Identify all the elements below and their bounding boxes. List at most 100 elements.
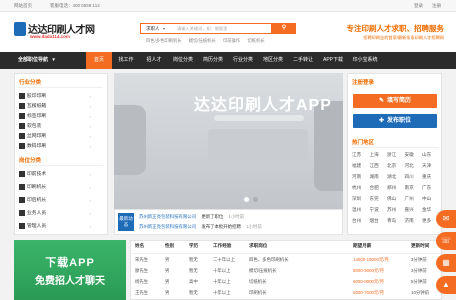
sidebar-item-sales[interactable]: 业务人员 ›: [19, 209, 95, 218]
city-link[interactable]: 河南: [352, 174, 361, 180]
nav-item-resume-category[interactable]: 简历分类: [198, 52, 228, 69]
nav-item-second-hand[interactable]: 二手转让: [288, 52, 318, 69]
city-link[interactable]: 江西: [370, 163, 379, 169]
search-type-select[interactable]: 求职人: [146, 26, 160, 32]
city-link[interactable]: 苏州: [387, 207, 396, 213]
city-link[interactable]: 广州: [405, 196, 414, 202]
city-link[interactable]: 台州: [352, 218, 361, 224]
nav-item-find-talent[interactable]: 招人才: [140, 52, 168, 69]
divider: [352, 147, 438, 148]
table-row[interactable]: 王先生 男 暂无 十年以上 印刷机长 6000-7000元/月 10分钟前: [131, 288, 441, 299]
carousel-dot[interactable]: [253, 197, 258, 202]
city-link[interactable]: 江苏: [352, 152, 361, 158]
city-link[interactable]: 北京: [387, 163, 396, 169]
register-link[interactable]: 注册: [432, 3, 441, 9]
city-link[interactable]: 杭州: [352, 185, 361, 191]
resume-table: 姓名 性别 学历 工作经验 求职岗位 期望月薪 更新时间 宋先生男暂无 二十年以上…: [130, 240, 442, 300]
nav-item-app-download[interactable]: APP下载: [318, 52, 348, 69]
hot-link[interactable]: 四色/多色印刷机长: [146, 38, 182, 43]
banner-graphic: [208, 129, 308, 163]
city-link[interactable]: 佛山: [387, 196, 396, 202]
sidebar-item-screen[interactable]: 丝网印刷 ›: [19, 132, 95, 141]
hot-link[interactable]: 切纸机长: [247, 38, 264, 43]
news-item[interactable]: 苏州新正亮包装科技有限公司 发布了本批开始招聘 1小时前: [139, 224, 262, 230]
city-link[interactable]: 南京: [405, 185, 414, 191]
monitor-icon: [19, 142, 25, 149]
hot-link[interactable]: 印前操作: [223, 38, 240, 43]
chevron-down-icon[interactable]: ▾: [163, 26, 165, 31]
sidebar-item-management[interactable]: 管理人员 ›: [19, 222, 95, 231]
city-link[interactable]: 青岛: [387, 218, 396, 224]
chevron-right-icon: ›: [89, 114, 91, 119]
sidebar-item-label-printing[interactable]: 标签印刷 ›: [19, 112, 95, 121]
city-link[interactable]: 福建: [352, 163, 361, 169]
city-link[interactable]: 合肥: [370, 185, 379, 191]
sidebar-item-label: 印刷机长: [27, 185, 47, 190]
sidebar-item-prepress[interactable]: 印前技术 ›: [19, 170, 95, 179]
qr-code-icon[interactable]: ▦: [436, 254, 456, 272]
city-link[interactable]: 更多: [422, 218, 431, 224]
app-download-banner[interactable]: 下载APP 免费招人才聊天: [14, 240, 126, 300]
city-link[interactable]: 嘉兴: [405, 207, 414, 213]
hot-link[interactable]: 模切/压痕机长: [189, 38, 216, 43]
back-to-top-icon[interactable]: ▲: [436, 276, 456, 294]
sidebar-item-label: 胶印印刷: [27, 94, 47, 99]
city-link[interactable]: 深圳: [352, 196, 361, 202]
layers-icon: [19, 170, 25, 177]
home-link[interactable]: 网站首页: [14, 3, 32, 9]
nav-item-industry-category[interactable]: 行业分类: [228, 52, 258, 69]
city-link[interactable]: 宁波: [370, 207, 379, 213]
sidebar-item-postpress[interactable]: 印后机长 ›: [19, 196, 95, 205]
chevron-right-icon: ›: [89, 134, 91, 139]
fill-resume-button[interactable]: ✎ 填写简历: [353, 94, 437, 108]
city-link[interactable]: 山东: [422, 152, 431, 158]
megaphone-icon: ✚: [378, 118, 384, 124]
city-link[interactable]: 温州: [352, 207, 361, 213]
city-link[interactable]: 浙江: [387, 152, 396, 158]
city-link[interactable]: 济南: [405, 218, 414, 224]
scissors-icon: [19, 196, 25, 203]
table-row[interactable]: 宋先生 男 暂无 二十年以上 四色、多色印刷机长 14000-19000元/月 3分钟前: [131, 255, 441, 266]
city-link[interactable]: 四川: [405, 174, 414, 180]
sidebar-item-digital[interactable]: 数码印刷 ›: [19, 142, 95, 151]
all-positions-nav[interactable]: 全部职位导航 ▾: [14, 52, 84, 69]
search-button[interactable]: ⚲: [272, 23, 296, 34]
news-company[interactable]: 苏州新正亮包装科技有限公司: [139, 224, 196, 229]
city-link[interactable]: 中山: [422, 196, 431, 202]
sidebar-item-corrugated[interactable]: 瓦楞纸箱 ›: [19, 102, 95, 111]
city-link[interactable]: 东莞: [370, 196, 379, 202]
search-input[interactable]: 请输入关键词，如：制版里: [177, 26, 227, 32]
table-cell: 男: [165, 268, 170, 273]
login-link[interactable]: 登录: [414, 3, 423, 9]
nav-item-find-job[interactable]: 找工作: [112, 52, 140, 69]
post-job-button[interactable]: ✚ 发布职位: [353, 114, 437, 128]
tag-icon: [19, 112, 25, 119]
nav-item-home[interactable]: 首页: [86, 52, 112, 69]
city-link[interactable]: 上海: [370, 152, 379, 158]
city-link[interactable]: 广东: [422, 185, 431, 191]
col-education-header: 学历: [189, 243, 199, 248]
city-link[interactable]: 郑州: [387, 185, 396, 191]
sidebar-item-flexible-packaging[interactable]: 软包装 ›: [19, 122, 95, 131]
city-link[interactable]: 安徽: [405, 152, 414, 158]
sidebar-item-press-operator[interactable]: 印刷机长 ›: [19, 183, 95, 192]
city-link[interactable]: 天津: [422, 163, 431, 169]
carousel-dot[interactable]: [244, 197, 249, 202]
city-link[interactable]: 重庆: [422, 174, 431, 180]
city-link[interactable]: 金华: [422, 207, 431, 213]
sidebar-item-offset[interactable]: 胶印印刷 ›: [19, 92, 95, 101]
table-row[interactable]: 杨先生 男 高中 十年以上 切纸机长 6000-8000元/月 5分钟前: [131, 277, 441, 288]
city-link[interactable]: 烟台: [370, 218, 379, 224]
chat-icon[interactable]: ✉: [436, 210, 456, 228]
news-company[interactable]: 苏州新正亮包装科技有限公司: [139, 214, 196, 219]
nav-item-position-category[interactable]: 岗位分类: [168, 52, 198, 69]
table-row[interactable]: 廖先生 男 暂无 十年以上 模切/压痕机长 8000-9000元/月 3分钟前: [131, 266, 441, 277]
nav-item-region-category[interactable]: 地区分类: [258, 52, 288, 69]
phone-icon[interactable]: ☏: [436, 232, 456, 250]
city-link[interactable]: 湖南: [370, 174, 379, 180]
news-item[interactable]: 苏州新正亮包装科技有限公司 更新了职位 1小时前: [139, 214, 244, 220]
city-link[interactable]: 湖北: [387, 174, 396, 180]
city-link[interactable]: 河北: [405, 163, 414, 169]
banner-carousel[interactable]: 达达印刷人才APP: [114, 73, 343, 209]
nav-item-yinxiaobao[interactable]: 印小宝系统: [348, 52, 382, 69]
